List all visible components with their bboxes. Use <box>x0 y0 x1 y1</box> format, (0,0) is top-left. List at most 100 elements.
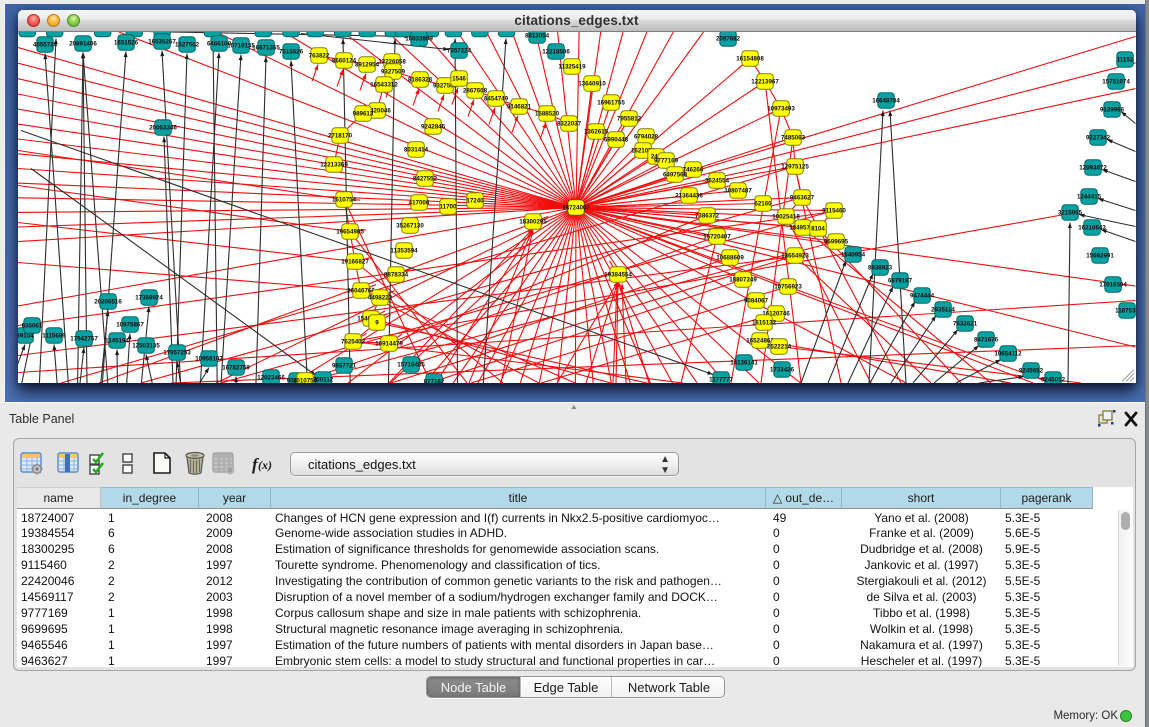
svg-text:11152: 11152 <box>1116 56 1133 63</box>
svg-text:(x): (x) <box>258 458 272 472</box>
svg-text:9463627: 9463627 <box>789 194 814 201</box>
svg-text:1640954: 1640954 <box>840 251 865 258</box>
svg-text:10973493: 10973493 <box>767 105 795 112</box>
svg-text:11325419: 11325419 <box>558 63 586 70</box>
svg-text:4055724: 4055724 <box>32 41 57 48</box>
svg-text:1588520: 1588520 <box>534 110 559 117</box>
svg-text:6990448: 6990448 <box>603 136 628 143</box>
svg-text:12975125: 12975125 <box>781 163 809 170</box>
svg-text:8471676: 8471676 <box>973 336 998 343</box>
svg-text:7625402: 7625402 <box>340 338 365 345</box>
svg-text:19166827: 19166827 <box>341 258 369 265</box>
svg-text:977162: 977162 <box>423 378 444 382</box>
svg-text:8878334: 8878334 <box>383 271 408 278</box>
svg-text:13654923: 13654923 <box>781 252 809 259</box>
svg-text:15692991: 15692991 <box>1086 252 1114 259</box>
svg-text:62160: 62160 <box>754 200 772 207</box>
svg-text:16154808: 16154808 <box>736 55 764 62</box>
svg-text:8186328: 8186328 <box>407 76 432 83</box>
svg-text:2935114: 2935114 <box>931 306 955 313</box>
svg-text:20691406: 20691406 <box>69 40 97 47</box>
svg-text:35267130: 35267130 <box>396 222 424 229</box>
svg-text:9129966: 9129966 <box>1099 106 1124 113</box>
svg-text:17016504: 17016504 <box>1099 281 1127 288</box>
svg-text:20053346: 20053346 <box>149 124 177 131</box>
svg-text:9245652: 9245652 <box>1018 367 1043 374</box>
svg-text:835061: 835061 <box>21 322 42 329</box>
svg-text:10654112: 10654112 <box>994 350 1022 357</box>
svg-text:6879197: 6879197 <box>887 277 912 284</box>
svg-text:16046766: 16046766 <box>347 287 375 294</box>
svg-text:9115460: 9115460 <box>822 207 846 214</box>
svg-text:16671355: 16671355 <box>252 44 280 51</box>
svg-text:9327509: 9327509 <box>380 68 405 75</box>
svg-text:8427552: 8427552 <box>412 175 437 182</box>
svg-text:17240: 17240 <box>466 197 484 204</box>
svg-text:21364436: 21364436 <box>675 192 703 199</box>
svg-text:17942757: 17942757 <box>70 335 98 342</box>
svg-text:8104: 8104 <box>811 225 825 232</box>
svg-text:1177777: 1177777 <box>709 376 733 382</box>
svg-text:8454749: 8454749 <box>483 95 508 102</box>
svg-text:12023466: 12023466 <box>257 374 285 381</box>
svg-text:7515526: 7515526 <box>278 48 303 55</box>
svg-text:2718170: 2718170 <box>327 132 352 139</box>
svg-text:15720407: 15720407 <box>703 233 731 240</box>
svg-text:1651526: 1651526 <box>113 39 138 46</box>
svg-text:16033809: 16033809 <box>405 35 433 42</box>
svg-text:9: 9 <box>375 319 379 326</box>
svg-text:10958107: 10958107 <box>195 355 223 362</box>
svg-text:10688609: 10688609 <box>716 254 744 261</box>
svg-text:7632621: 7632621 <box>952 320 977 327</box>
svg-text:16782759: 16782759 <box>222 364 250 371</box>
svg-text:9084067: 9084067 <box>743 297 768 304</box>
svg-text:15751074: 15751074 <box>1102 78 1130 85</box>
svg-text:19384554: 19384554 <box>604 271 632 278</box>
svg-text:1244415: 1244415 <box>1076 193 1101 200</box>
svg-text:1527602: 1527602 <box>174 41 199 48</box>
svg-text:12213369: 12213369 <box>320 161 348 168</box>
svg-text:7357224: 7357224 <box>446 47 471 54</box>
svg-text:8660124: 8660124 <box>331 57 356 64</box>
svg-text:16210643: 16210643 <box>1078 224 1106 231</box>
svg-text:12093872: 12093872 <box>1079 164 1107 171</box>
svg-text:10975867: 10975867 <box>116 321 144 328</box>
svg-text:16961755: 16961755 <box>597 99 625 106</box>
svg-text:2087682: 2087682 <box>715 35 740 42</box>
svg-text:18807249: 18807249 <box>729 276 757 283</box>
svg-text:1115689: 1115689 <box>42 332 66 339</box>
svg-text:1546: 1546 <box>452 75 466 82</box>
svg-text:39154: 39154 <box>18 332 34 339</box>
svg-text:9474444: 9474444 <box>909 292 934 299</box>
svg-text:7955812: 7955812 <box>616 115 641 122</box>
svg-text:6497568: 6497568 <box>662 171 687 178</box>
svg-text:16648784: 16648784 <box>872 97 900 104</box>
svg-text:15716485: 15716485 <box>397 361 425 368</box>
svg-text:3624554: 3624554 <box>704 177 729 184</box>
svg-text:9777169: 9777169 <box>653 157 678 164</box>
svg-text:2522214: 2522214 <box>766 343 791 350</box>
svg-text:16914479: 16914479 <box>375 340 403 347</box>
svg-text:8912954: 8912954 <box>354 61 379 68</box>
svg-text:8031414: 8031414 <box>403 146 428 153</box>
svg-text:12213967: 12213967 <box>751 78 779 85</box>
svg-text:18300295: 18300295 <box>519 218 547 225</box>
svg-text:7386372: 7386372 <box>694 212 719 219</box>
svg-text:8813054: 8813054 <box>524 32 549 39</box>
svg-text:6794028: 6794028 <box>633 133 658 140</box>
svg-text:9699695: 9699695 <box>823 238 848 245</box>
svg-text:1362615: 1362615 <box>583 128 608 135</box>
svg-text:13640910: 13640910 <box>578 80 606 87</box>
svg-text:9242845: 9242845 <box>420 123 445 130</box>
svg-text:1615132: 1615132 <box>751 319 776 326</box>
svg-text:18724007: 18724007 <box>562 204 590 211</box>
svg-text:763822: 763822 <box>308 52 329 59</box>
svg-text:16543312: 16543312 <box>370 81 398 88</box>
svg-text:19654985: 19654985 <box>336 228 364 235</box>
svg-text:1187533: 1187533 <box>1115 307 1136 314</box>
svg-text:9227342: 9227342 <box>1085 134 1110 141</box>
svg-text:9146821: 9146821 <box>506 103 531 110</box>
svg-text:8938923: 8938923 <box>867 264 892 271</box>
svg-text:10807487: 10807487 <box>724 187 752 194</box>
svg-text:17359924: 17359924 <box>135 294 163 301</box>
